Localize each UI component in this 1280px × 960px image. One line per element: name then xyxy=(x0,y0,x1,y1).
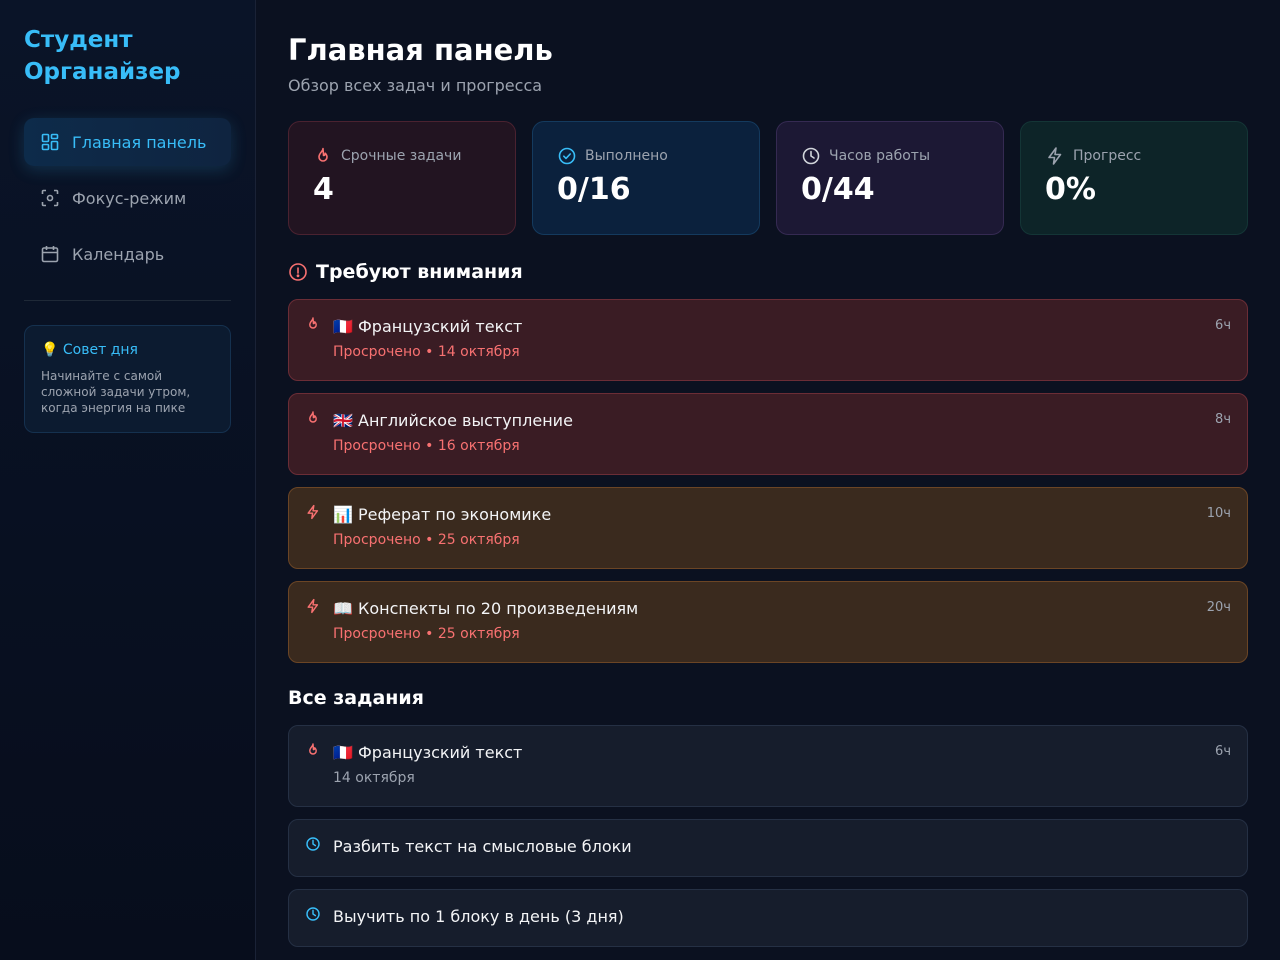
bolt-icon xyxy=(305,598,321,614)
task-due: Просрочено • 25 октября xyxy=(333,626,520,642)
stat-value: 0% xyxy=(1045,172,1096,207)
flame-icon xyxy=(313,146,333,166)
task-due: 14 октября xyxy=(333,770,415,786)
main-content: Главная панель Обзор всех задач и прогре… xyxy=(256,0,1280,960)
flame-icon xyxy=(305,316,321,332)
app-title: Студент Органайзер xyxy=(24,27,181,85)
page-subtitle: Обзор всех задач и прогресса xyxy=(288,76,543,95)
section-title-text: Все задания xyxy=(288,687,424,709)
task-title: 🇫🇷 Французский текст xyxy=(333,743,523,762)
flame-icon xyxy=(305,410,321,426)
stat-value: 0/44 xyxy=(801,172,875,207)
attention-task-card[interactable]: 📊 Реферат по экономике Просрочено • 25 о… xyxy=(288,487,1248,569)
stat-card-done: Выполнено 0/16 xyxy=(532,121,760,235)
task-title: 📖 Конспекты по 20 произведениям xyxy=(333,599,639,618)
stat-label: Прогресс xyxy=(1073,148,1142,164)
section-title-text: Требуют внимания xyxy=(316,261,523,283)
clock-icon xyxy=(305,836,321,852)
task-title: 📊 Реферат по экономике xyxy=(333,505,552,524)
attention-section-title: Требуют внимания xyxy=(288,261,1248,283)
all-tasks-section-title: Все задания xyxy=(288,687,1248,709)
nav-item-focus[interactable]: Фокус-режим xyxy=(24,174,231,222)
task-hours: 6ч xyxy=(1215,318,1231,333)
tip-card: 💡 Совет дня Начинайте с самой сложной за… xyxy=(24,325,231,433)
clock-icon xyxy=(305,906,321,922)
nav-item-label: Главная панель xyxy=(72,132,207,152)
stat-label: Срочные задачи xyxy=(341,148,462,164)
task-hours: 6ч xyxy=(1215,744,1231,759)
page-title: Главная панель xyxy=(288,33,553,67)
attention-task-card[interactable]: 🇫🇷 Французский текст Просрочено • 14 окт… xyxy=(288,299,1248,381)
tip-title: 💡 Совет дня xyxy=(41,342,138,358)
stat-card-urgent: Срочные задачи 4 xyxy=(288,121,516,235)
attention-task-card[interactable]: 📖 Конспекты по 20 произведениям Просроче… xyxy=(288,581,1248,663)
alert-circle-icon xyxy=(288,262,308,282)
task-due: Просрочено • 14 октября xyxy=(333,344,520,360)
sidebar-nav: Главная панель Фокус-режим Календарь xyxy=(24,118,231,278)
focus-icon xyxy=(40,188,60,208)
stat-label: Выполнено xyxy=(585,148,668,164)
task-due: Просрочено • 16 октября xyxy=(333,438,520,454)
task-card[interactable]: 🇫🇷 Французский текст 14 октября 6ч xyxy=(288,725,1248,807)
app-root: Студент Органайзер Главная панель Фокус-… xyxy=(0,0,1280,960)
dashboard-icon xyxy=(40,132,60,152)
clock-icon xyxy=(801,146,821,166)
sidebar-divider xyxy=(24,300,231,301)
bolt-icon xyxy=(1045,146,1065,166)
check-circle-icon xyxy=(557,146,577,166)
task-title: 🇬🇧 Английское выступление xyxy=(333,411,573,430)
calendar-icon xyxy=(40,244,60,264)
stat-card-progress: Прогресс 0% xyxy=(1020,121,1248,235)
nav-item-dashboard[interactable]: Главная панель xyxy=(24,118,231,166)
stats-row: Срочные задачи 4 Выполнено 0/16 Часов ра… xyxy=(288,121,1248,235)
stat-card-hours: Часов работы 0/44 xyxy=(776,121,1004,235)
task-due: Просрочено • 25 октября xyxy=(333,532,520,548)
nav-item-calendar[interactable]: Календарь xyxy=(24,230,231,278)
nav-item-label: Календарь xyxy=(72,244,165,264)
task-hours: 10ч xyxy=(1206,506,1231,521)
bolt-icon xyxy=(305,504,321,520)
stat-value: 4 xyxy=(313,172,334,207)
task-hours: 20ч xyxy=(1206,600,1231,615)
task-title: Выучить по 1 блоку в день (3 дня) xyxy=(333,907,624,926)
nav-item-label: Фокус-режим xyxy=(72,188,187,208)
task-hours: 8ч xyxy=(1215,412,1231,427)
task-title: Разбить текст на смысловые блоки xyxy=(333,837,632,856)
tip-text: Начинайте с самой сложной задачи утром, … xyxy=(41,369,191,415)
attention-task-card[interactable]: 🇬🇧 Английское выступление Просрочено • 1… xyxy=(288,393,1248,475)
stat-value: 0/16 xyxy=(557,172,631,207)
sidebar: Студент Органайзер Главная панель Фокус-… xyxy=(0,0,256,960)
stat-label: Часов работы xyxy=(829,148,931,164)
task-title: 🇫🇷 Французский текст xyxy=(333,317,523,336)
subtask-card[interactable]: Разбить текст на смысловые блоки xyxy=(288,819,1248,877)
flame-icon xyxy=(305,742,321,758)
subtask-card[interactable]: Выучить по 1 блоку в день (3 дня) xyxy=(288,889,1248,947)
